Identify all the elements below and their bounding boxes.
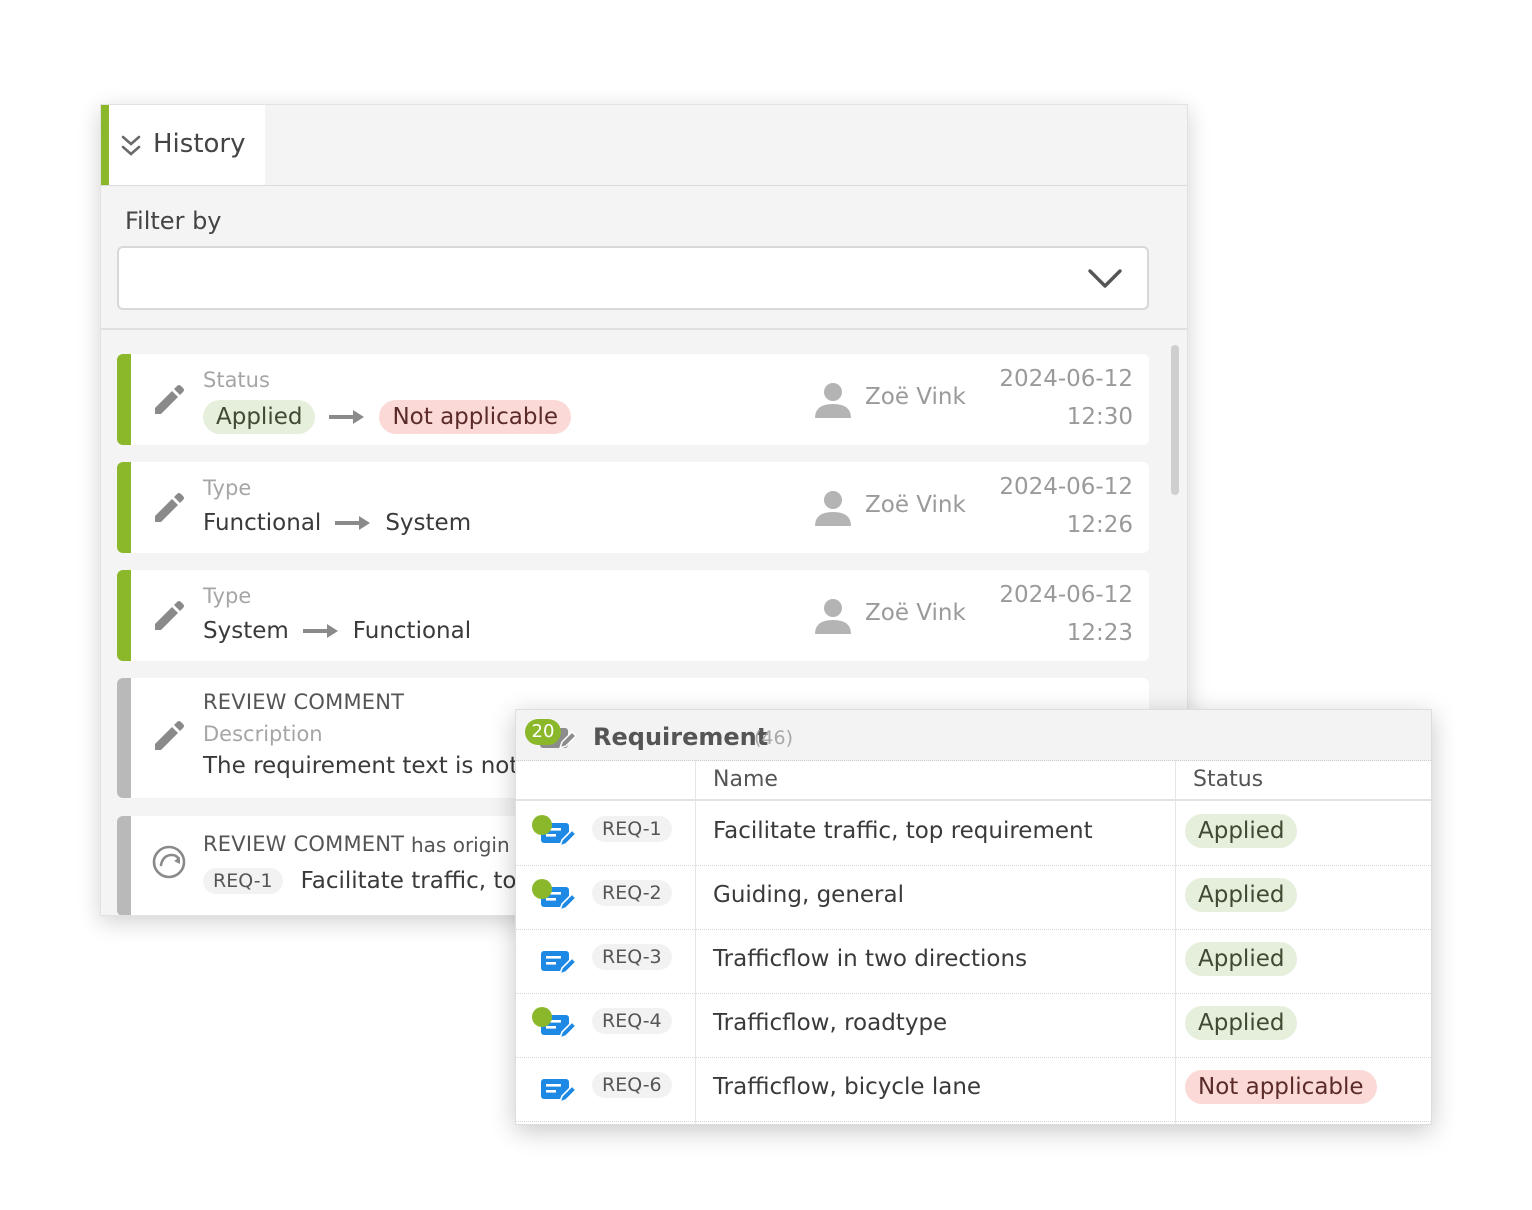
- status-dot: [532, 879, 552, 899]
- arrow-right-icon: [329, 410, 365, 424]
- table-row[interactable]: REQ-4 Trafficflow, roadtype Applied: [516, 993, 1431, 1058]
- entry-time: 12:26: [1066, 512, 1133, 538]
- entry-time: 12:23: [1066, 620, 1133, 646]
- status-pill: Not applicable: [1185, 1070, 1377, 1104]
- new-value: Functional: [352, 618, 472, 644]
- chevron-down-icon: [1088, 269, 1122, 288]
- requirement-id-chip[interactable]: REQ-1: [592, 816, 672, 842]
- entry-author: Zoë Vink: [865, 492, 966, 518]
- comment-kind-label: REVIEW COMMENT: [203, 690, 405, 714]
- status-pill: Applied: [1185, 1006, 1298, 1040]
- requirement-header: 20 Requirement (46): [516, 710, 1431, 761]
- requirement-name[interactable]: Facilitate traffic, top requirement: [713, 818, 1093, 844]
- status-pill: Applied: [1185, 814, 1298, 848]
- comment-field-label: Description: [203, 722, 323, 746]
- origin-link[interactable]: REQ-1 Facilitate traffic, top: [203, 868, 531, 894]
- requirement-panel: 20 Requirement (46) Name Status REQ-1 Fa…: [515, 709, 1432, 1125]
- comment-text: The requirement text is not: [203, 753, 519, 779]
- requirement-id-chip[interactable]: REQ-2: [592, 880, 672, 906]
- scrollbar-thumb[interactable]: [1171, 345, 1179, 495]
- requirement-title: Requirement: [593, 723, 769, 751]
- entry-date: 2024-06-12: [999, 474, 1133, 500]
- table-row[interactable]: REQ-1 Facilitate traffic, top requiremen…: [516, 801, 1431, 866]
- requirement-name[interactable]: Trafficflow, roadtype: [713, 1010, 947, 1036]
- old-value-pill: Applied: [203, 400, 316, 434]
- pencil-icon: [155, 721, 184, 750]
- history-entry[interactable]: Status Applied Not applicable Zoë Vink 2…: [117, 354, 1149, 445]
- entry-field-label: Type: [203, 584, 252, 608]
- entry-time: 12:30: [1066, 404, 1133, 430]
- relation-label: has origin: [411, 833, 510, 857]
- person-icon: [815, 383, 851, 418]
- comment-kind-label: REVIEW COMMENT: [203, 832, 405, 856]
- origin-icon: [152, 845, 186, 879]
- column-header-status[interactable]: Status: [1193, 760, 1263, 800]
- history-entry[interactable]: Type System Functional Zoë Vink 2024-06-…: [117, 570, 1149, 661]
- entry-field-label: Status: [203, 368, 270, 392]
- requirement-total: (46): [754, 727, 794, 749]
- table-row[interactable]: REQ-2 Guiding, general Applied: [516, 865, 1431, 930]
- table-row[interactable]: REQ-3 Trafficflow in two directions Appl…: [516, 929, 1431, 994]
- status-pill: Applied: [1185, 878, 1298, 912]
- filter-select[interactable]: [117, 246, 1149, 310]
- requirement-id-chip[interactable]: REQ-4: [592, 1008, 672, 1034]
- requirement-id-chip[interactable]: REQ-6: [592, 1072, 672, 1098]
- requirement-name[interactable]: Guiding, general: [713, 882, 904, 908]
- count-badge: 20: [525, 719, 561, 745]
- entry-date: 2024-06-12: [999, 582, 1133, 608]
- entry-change: Applied Not applicable: [203, 400, 572, 434]
- history-tab[interactable]: History: [101, 105, 265, 185]
- origin-title: Facilitate traffic, top: [300, 868, 532, 894]
- entry-change: Functional System: [203, 510, 471, 536]
- pencil-icon: [155, 385, 184, 414]
- table-row[interactable]: REQ-6 Trafficflow, bicycle lane Not appl…: [516, 1057, 1431, 1122]
- entry-change: System Functional: [203, 618, 471, 644]
- entry-date: 2024-06-12: [999, 366, 1133, 392]
- arrow-right-icon: [302, 624, 338, 638]
- status-dot: [532, 1007, 552, 1027]
- requirement-id-chip[interactable]: REQ-3: [592, 944, 672, 970]
- entry-field-label: Type: [203, 476, 252, 500]
- filter-divider: [101, 328, 1187, 330]
- pencil-icon: [155, 493, 184, 522]
- status-pill: Applied: [1185, 942, 1298, 976]
- requirement-name[interactable]: Trafficflow in two directions: [713, 946, 1027, 972]
- entry-author: Zoë Vink: [865, 384, 966, 410]
- new-value-pill: Not applicable: [379, 400, 572, 434]
- origin-id-chip: REQ-1: [203, 868, 283, 894]
- history-entry[interactable]: Type Functional System Zoë Vink 2024-06-…: [117, 462, 1149, 553]
- header-divider: [101, 185, 1187, 186]
- requirement-icon: [541, 1079, 578, 1104]
- history-tab-label: History: [153, 129, 246, 159]
- old-value: Functional: [203, 510, 322, 536]
- status-dot: [532, 815, 552, 835]
- column-header-name[interactable]: Name: [713, 760, 778, 800]
- entry-author: Zoë Vink: [865, 600, 966, 626]
- double-chevron-down-icon: [121, 135, 141, 156]
- person-icon: [815, 491, 851, 526]
- requirement-name[interactable]: Trafficflow, bicycle lane: [713, 1074, 981, 1100]
- old-value: System: [203, 618, 289, 644]
- filter-label: Filter by: [125, 207, 222, 235]
- pencil-icon: [155, 601, 184, 630]
- arrow-right-icon: [335, 516, 371, 530]
- person-icon: [815, 599, 851, 634]
- new-value: System: [385, 510, 472, 536]
- requirement-icon: [541, 951, 578, 976]
